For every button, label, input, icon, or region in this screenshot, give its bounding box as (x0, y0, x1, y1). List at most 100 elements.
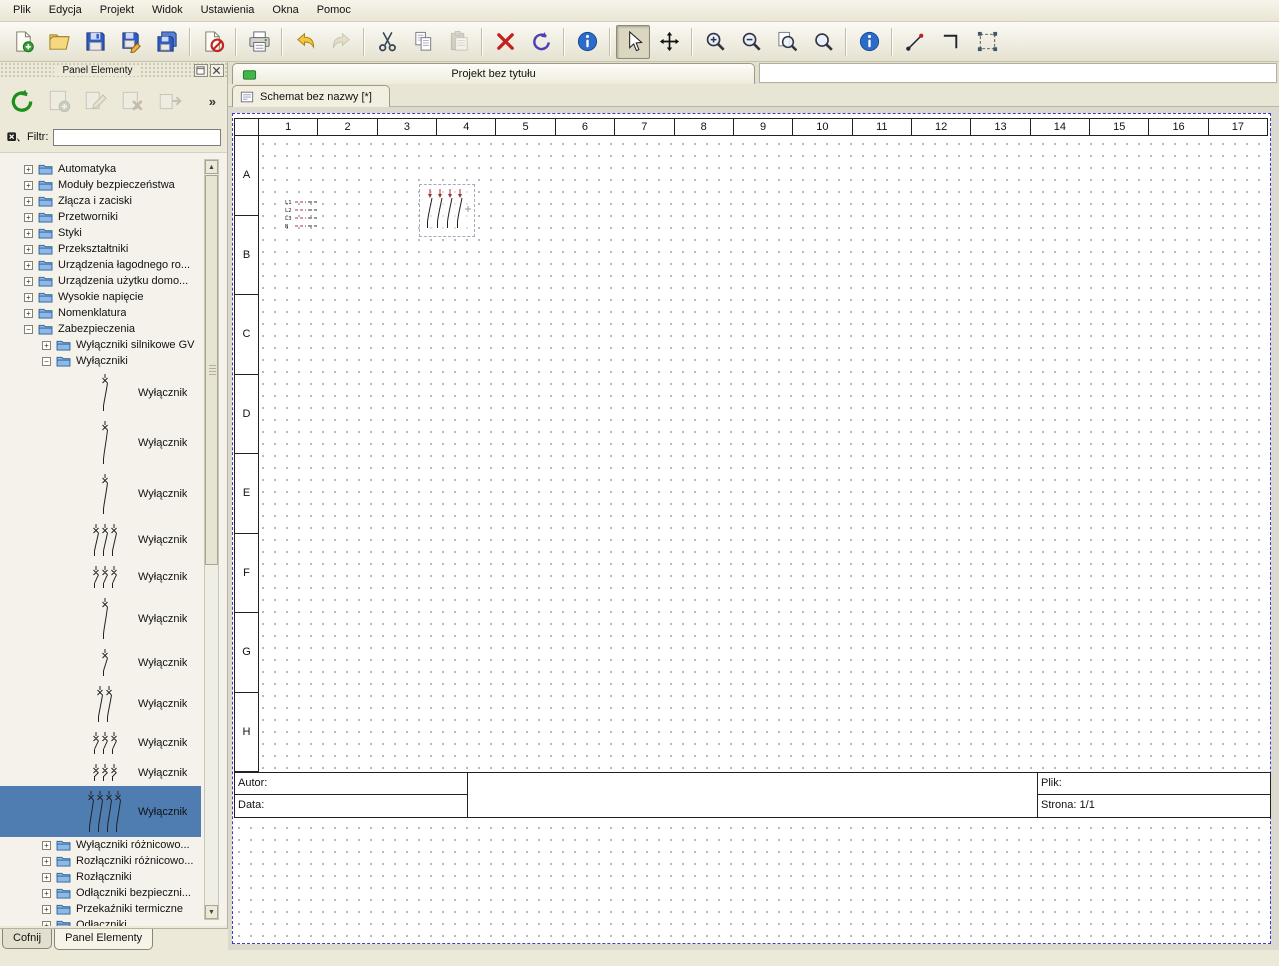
new-project-button[interactable] (6, 25, 40, 59)
tree-folder-25[interactable]: +Rozłączniki różnicowo... (0, 853, 227, 869)
bottom-tab-0[interactable]: Cofnij (2, 929, 52, 949)
cut-button[interactable] (370, 25, 404, 59)
tree-folder-7[interactable]: +Urządzenia użytku domo... (0, 273, 227, 289)
zoom-out-button[interactable] (734, 25, 768, 59)
expand-icon[interactable]: + (24, 309, 33, 318)
expand-icon[interactable]: + (42, 905, 51, 914)
tree-element-13[interactable]: Wyłącznik (0, 369, 201, 416)
bottom-tab-1[interactable]: Panel Elementy (54, 929, 153, 950)
collapse-icon[interactable]: − (24, 325, 33, 334)
menu-item-6[interactable]: Pomoc (308, 0, 360, 21)
conductor-angle-button[interactable] (934, 25, 968, 59)
collapse-icon[interactable]: − (42, 357, 51, 366)
zoom-reset-button[interactable] (806, 25, 840, 59)
panel-overflow-chevron[interactable]: » (209, 94, 218, 109)
zoom-in-button[interactable] (698, 25, 732, 59)
tree-element-15[interactable]: Wyłącznik (0, 469, 201, 519)
column-header-1: 1 (259, 119, 318, 135)
tree-element-18[interactable]: Wyłącznik (0, 593, 201, 644)
tree-element-19[interactable]: Wyłącznik (0, 644, 201, 681)
reload-collections-button[interactable] (9, 88, 35, 114)
tree-folder-3[interactable]: +Przetworniki (0, 209, 227, 225)
project-tab[interactable]: Projekt bez tytułu (232, 63, 755, 84)
tree-folder-12[interactable]: −Wyłączniki (0, 353, 227, 369)
panel-close-button[interactable] (210, 64, 224, 77)
menu-item-3[interactable]: Widok (143, 0, 192, 21)
tree-folder-10[interactable]: −Zabezpieczenia (0, 321, 227, 337)
expand-icon[interactable]: + (24, 165, 33, 174)
add-conductor-button[interactable] (898, 25, 932, 59)
expand-icon[interactable]: + (24, 293, 33, 302)
pan-mode-button[interactable] (652, 25, 686, 59)
open-project-button[interactable] (42, 25, 76, 59)
canvas-element-terminal-strip[interactable]: L1 L2 L3 N (284, 196, 324, 239)
expand-icon[interactable]: + (24, 261, 33, 270)
tree-element-23[interactable]: Wyłącznik (0, 786, 201, 837)
tree-folder-5[interactable]: +Przekształtniki (0, 241, 227, 257)
tree-element-20[interactable]: Wyłącznik (0, 681, 201, 727)
expand-icon[interactable]: + (42, 889, 51, 898)
rotate-button[interactable] (524, 25, 558, 59)
menu-item-2[interactable]: Projekt (91, 0, 143, 21)
menu-item-0[interactable]: Plik (4, 0, 40, 21)
delete-button[interactable] (488, 25, 522, 59)
expand-icon[interactable]: + (42, 341, 51, 350)
tree-element-22[interactable]: Wyłącznik (0, 759, 201, 786)
expand-icon[interactable]: + (24, 181, 33, 190)
expand-icon[interactable]: + (24, 213, 33, 222)
diagram-sheet[interactable]: 1234567891011121314151617 ABCDEFGH Autor… (232, 113, 1271, 944)
save-all-button[interactable] (150, 25, 184, 59)
visualise-selection-button[interactable] (970, 25, 1004, 59)
panel-titlebar[interactable]: Panel Elementy (0, 62, 227, 78)
diagram-properties-button[interactable] (570, 25, 604, 59)
scroll-down-button[interactable]: ▼ (205, 905, 218, 919)
save-as-button[interactable] (114, 25, 148, 59)
scroll-up-button[interactable]: ▲ (205, 160, 218, 174)
tree-element-14[interactable]: Wyłącznik (0, 416, 201, 469)
tree-folder-8[interactable]: +Wysokie napięcie (0, 289, 227, 305)
tree-folder-27[interactable]: +Odłączniki bezpieczni... (0, 885, 227, 901)
expand-icon[interactable]: + (42, 921, 51, 927)
tree-element-16[interactable]: Wyłącznik (0, 519, 201, 561)
scrollbar-thumb[interactable] (205, 175, 218, 565)
expand-icon[interactable]: + (24, 197, 33, 206)
tree-element-21[interactable]: Wyłącznik (0, 727, 201, 759)
tree-folder-2[interactable]: +Złącza i zaciski (0, 193, 227, 209)
filter-input[interactable] (53, 129, 221, 146)
expand-icon[interactable]: + (24, 277, 33, 286)
clear-filter-icon[interactable] (6, 129, 22, 145)
tree-folder-11[interactable]: +Wyłączniki silnikowe GV (0, 337, 227, 353)
close-file-button[interactable] (196, 25, 230, 59)
canvas-element-breaker-4p[interactable] (419, 184, 475, 237)
expand-icon[interactable]: + (42, 857, 51, 866)
schematic-tab[interactable]: Schemat bez nazwy [*] (232, 85, 390, 107)
tree-folder-4[interactable]: +Styki (0, 225, 227, 241)
panel-float-button[interactable] (194, 64, 208, 77)
undo-button[interactable] (288, 25, 322, 59)
expand-icon[interactable]: + (42, 841, 51, 850)
zoom-fit-page-button[interactable] (770, 25, 804, 59)
select-mode-button[interactable] (616, 25, 650, 59)
tree-folder-6[interactable]: +Urządzenia łagodnego ro... (0, 257, 227, 273)
tree-scrollbar[interactable]: ▲ ▼ (204, 159, 219, 920)
menu-item-1[interactable]: Edycja (40, 0, 91, 21)
tree-folder-1[interactable]: +Moduły bezpieczeństwa (0, 177, 227, 193)
tree-folder-0[interactable]: +Automatyka (0, 161, 227, 177)
diagram-view[interactable]: 1234567891011121314151617 ABCDEFGH Autor… (228, 107, 1279, 950)
expand-icon[interactable]: + (42, 873, 51, 882)
element-info-button[interactable] (852, 25, 886, 59)
menu-item-5[interactable]: Okna (263, 0, 307, 21)
copy-button[interactable] (406, 25, 440, 59)
tree-folder-29[interactable]: +Odłączniki (0, 917, 227, 926)
menu-item-4[interactable]: Ustawienia (192, 0, 264, 21)
tree-element-17[interactable]: Wyłącznik (0, 561, 201, 593)
column-header-16: 16 (1149, 119, 1208, 135)
expand-icon[interactable]: + (24, 229, 33, 238)
expand-icon[interactable]: + (24, 245, 33, 254)
tree-folder-26[interactable]: +Rozłączniki (0, 869, 227, 885)
print-button[interactable] (242, 25, 276, 59)
tree-folder-9[interactable]: +Nomenklatura (0, 305, 227, 321)
tree-folder-24[interactable]: +Wyłączniki różnicowo... (0, 837, 227, 853)
save-button[interactable] (78, 25, 112, 59)
tree-folder-28[interactable]: +Przekaźniki termiczne (0, 901, 227, 917)
